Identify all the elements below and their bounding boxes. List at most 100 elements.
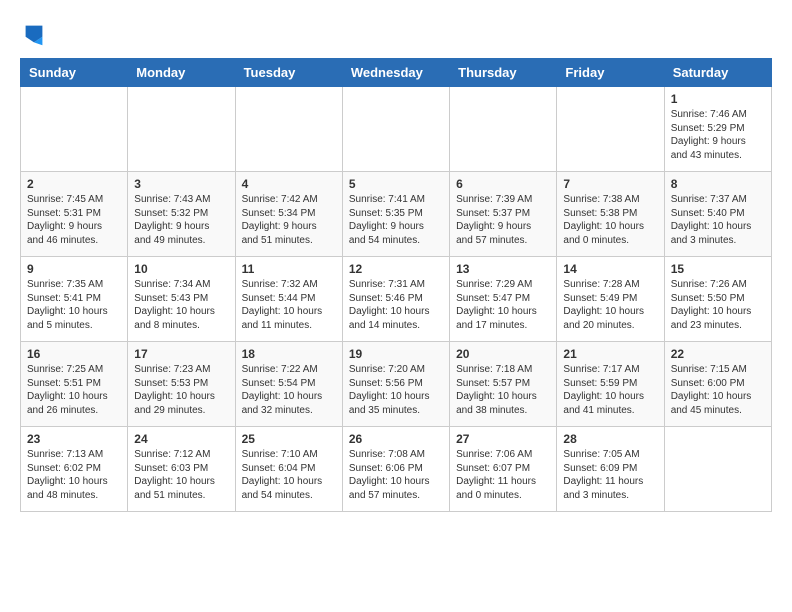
day-info: Sunrise: 7:15 AM Sunset: 6:00 PM Dayligh… (671, 363, 765, 417)
calendar-cell: 26Sunrise: 7:08 AM Sunset: 6:06 PM Dayli… (342, 427, 449, 512)
calendar-cell (21, 87, 128, 172)
day-number: 24 (134, 432, 228, 446)
page-header (20, 20, 772, 48)
calendar-cell (342, 87, 449, 172)
calendar-week-row: 2 Sunrise: 7:45 AM Sunset: 5:31 PM Daylig… (21, 172, 772, 257)
calendar-cell: 5 Sunrise: 7:41 AM Sunset: 5:35 PM Daylig… (342, 172, 449, 257)
day-info: Sunrise: 7:17 AM Sunset: 5:59 PM Dayligh… (563, 363, 657, 417)
weekday-header-monday: Monday (128, 59, 235, 87)
calendar-cell: 22 Sunrise: 7:15 AM Sunset: 6:00 PM Dayli… (664, 342, 771, 427)
day-number: 8 (671, 177, 765, 191)
calendar-body: 1 Sunrise: 7:46 AM Sunset: 5:29 PM Daylig… (21, 87, 772, 512)
calendar-cell: 19 Sunrise: 7:20 AM Sunset: 5:56 PM Dayli… (342, 342, 449, 427)
day-number: 20 (456, 347, 550, 361)
day-info: Sunrise: 7:25 AM Sunset: 5:51 PM Dayligh… (27, 363, 121, 417)
calendar-cell: 2 Sunrise: 7:45 AM Sunset: 5:31 PM Daylig… (21, 172, 128, 257)
calendar-week-row: 9 Sunrise: 7:35 AM Sunset: 5:41 PM Daylig… (21, 257, 772, 342)
calendar-cell: 17 Sunrise: 7:23 AM Sunset: 5:53 PM Dayli… (128, 342, 235, 427)
calendar-week-row: 1 Sunrise: 7:46 AM Sunset: 5:29 PM Daylig… (21, 87, 772, 172)
calendar-cell: 3 Sunrise: 7:43 AM Sunset: 5:32 PM Daylig… (128, 172, 235, 257)
day-number: 2 (27, 177, 121, 191)
day-number: 12 (349, 262, 443, 276)
calendar-header: SundayMondayTuesdayWednesdayThursdayFrid… (21, 59, 772, 87)
day-info: Sunrise: 7:08 AM Sunset: 6:06 PM Dayligh… (349, 448, 443, 502)
day-info: Sunrise: 7:43 AM Sunset: 5:32 PM Dayligh… (134, 193, 228, 247)
day-info: Sunrise: 7:10 AM Sunset: 6:04 PM Dayligh… (242, 448, 336, 502)
day-info: Sunrise: 7:06 AM Sunset: 6:07 PM Dayligh… (456, 448, 550, 502)
day-info: Sunrise: 7:18 AM Sunset: 5:57 PM Dayligh… (456, 363, 550, 417)
logo (20, 20, 52, 48)
calendar-cell: 20 Sunrise: 7:18 AM Sunset: 5:57 PM Dayli… (450, 342, 557, 427)
day-number: 22 (671, 347, 765, 361)
calendar-cell: 16 Sunrise: 7:25 AM Sunset: 5:51 PM Dayli… (21, 342, 128, 427)
calendar-cell (128, 87, 235, 172)
calendar-cell: 24 Sunrise: 7:12 AM Sunset: 6:03 PM Dayli… (128, 427, 235, 512)
weekday-header-tuesday: Tuesday (235, 59, 342, 87)
day-number: 9 (27, 262, 121, 276)
day-info: Sunrise: 7:28 AM Sunset: 5:49 PM Dayligh… (563, 278, 657, 332)
weekday-header-friday: Friday (557, 59, 664, 87)
calendar-cell: 12 Sunrise: 7:31 AM Sunset: 5:46 PM Dayli… (342, 257, 449, 342)
calendar-cell: 23Sunrise: 7:13 AM Sunset: 6:02 PM Dayli… (21, 427, 128, 512)
day-number: 16 (27, 347, 121, 361)
day-info: Sunrise: 7:23 AM Sunset: 5:53 PM Dayligh… (134, 363, 228, 417)
day-number: 1 (671, 92, 765, 106)
day-number: 15 (671, 262, 765, 276)
day-info: Sunrise: 7:31 AM Sunset: 5:46 PM Dayligh… (349, 278, 443, 332)
calendar-cell: 25 Sunrise: 7:10 AM Sunset: 6:04 PM Dayli… (235, 427, 342, 512)
day-number: 13 (456, 262, 550, 276)
day-number: 7 (563, 177, 657, 191)
calendar-cell: 8 Sunrise: 7:37 AM Sunset: 5:40 PM Daylig… (664, 172, 771, 257)
day-number: 14 (563, 262, 657, 276)
calendar-cell (235, 87, 342, 172)
day-info: Sunrise: 7:38 AM Sunset: 5:38 PM Dayligh… (563, 193, 657, 247)
day-info: Sunrise: 7:22 AM Sunset: 5:54 PM Dayligh… (242, 363, 336, 417)
calendar-cell: 27 Sunrise: 7:06 AM Sunset: 6:07 PM Dayli… (450, 427, 557, 512)
day-number: 5 (349, 177, 443, 191)
day-info: Sunrise: 7:32 AM Sunset: 5:44 PM Dayligh… (242, 278, 336, 332)
calendar-week-row: 23Sunrise: 7:13 AM Sunset: 6:02 PM Dayli… (21, 427, 772, 512)
day-info: Sunrise: 7:37 AM Sunset: 5:40 PM Dayligh… (671, 193, 765, 247)
calendar-cell (664, 427, 771, 512)
weekday-header-row: SundayMondayTuesdayWednesdayThursdayFrid… (21, 59, 772, 87)
day-number: 10 (134, 262, 228, 276)
day-info: Sunrise: 7:34 AM Sunset: 5:43 PM Dayligh… (134, 278, 228, 332)
weekday-header-sunday: Sunday (21, 59, 128, 87)
day-number: 11 (242, 262, 336, 276)
day-info: Sunrise: 7:12 AM Sunset: 6:03 PM Dayligh… (134, 448, 228, 502)
day-info: Sunrise: 7:35 AM Sunset: 5:41 PM Dayligh… (27, 278, 121, 332)
calendar-cell: 28 Sunrise: 7:05 AM Sunset: 6:09 PM Dayli… (557, 427, 664, 512)
calendar-cell (557, 87, 664, 172)
day-info: Sunrise: 7:41 AM Sunset: 5:35 PM Dayligh… (349, 193, 443, 247)
calendar-cell: 13 Sunrise: 7:29 AM Sunset: 5:47 PM Dayli… (450, 257, 557, 342)
day-info: Sunrise: 7:45 AM Sunset: 5:31 PM Dayligh… (27, 193, 121, 247)
day-number: 19 (349, 347, 443, 361)
logo-icon (20, 20, 48, 48)
day-info: Sunrise: 7:46 AM Sunset: 5:29 PM Dayligh… (671, 108, 765, 162)
day-info: Sunrise: 7:42 AM Sunset: 5:34 PM Dayligh… (242, 193, 336, 247)
day-info: Sunrise: 7:20 AM Sunset: 5:56 PM Dayligh… (349, 363, 443, 417)
day-number: 4 (242, 177, 336, 191)
day-number: 27 (456, 432, 550, 446)
calendar-week-row: 16 Sunrise: 7:25 AM Sunset: 5:51 PM Dayli… (21, 342, 772, 427)
calendar-cell: 7 Sunrise: 7:38 AM Sunset: 5:38 PM Daylig… (557, 172, 664, 257)
calendar-cell: 21Sunrise: 7:17 AM Sunset: 5:59 PM Dayli… (557, 342, 664, 427)
calendar-cell: 10 Sunrise: 7:34 AM Sunset: 5:43 PM Dayli… (128, 257, 235, 342)
day-number: 28 (563, 432, 657, 446)
day-number: 23 (27, 432, 121, 446)
day-number: 17 (134, 347, 228, 361)
weekday-header-thursday: Thursday (450, 59, 557, 87)
day-info: Sunrise: 7:05 AM Sunset: 6:09 PM Dayligh… (563, 448, 657, 502)
day-info: Sunrise: 7:29 AM Sunset: 5:47 PM Dayligh… (456, 278, 550, 332)
weekday-header-wednesday: Wednesday (342, 59, 449, 87)
calendar-cell: 18Sunrise: 7:22 AM Sunset: 5:54 PM Dayli… (235, 342, 342, 427)
day-number: 25 (242, 432, 336, 446)
day-number: 3 (134, 177, 228, 191)
calendar-cell: 6Sunrise: 7:39 AM Sunset: 5:37 PM Daylig… (450, 172, 557, 257)
day-number: 6 (456, 177, 550, 191)
weekday-header-saturday: Saturday (664, 59, 771, 87)
calendar-cell: 15 Sunrise: 7:26 AM Sunset: 5:50 PM Dayli… (664, 257, 771, 342)
calendar-cell: 14 Sunrise: 7:28 AM Sunset: 5:49 PM Dayli… (557, 257, 664, 342)
calendar-table: SundayMondayTuesdayWednesdayThursdayFrid… (20, 58, 772, 512)
day-info: Sunrise: 7:26 AM Sunset: 5:50 PM Dayligh… (671, 278, 765, 332)
